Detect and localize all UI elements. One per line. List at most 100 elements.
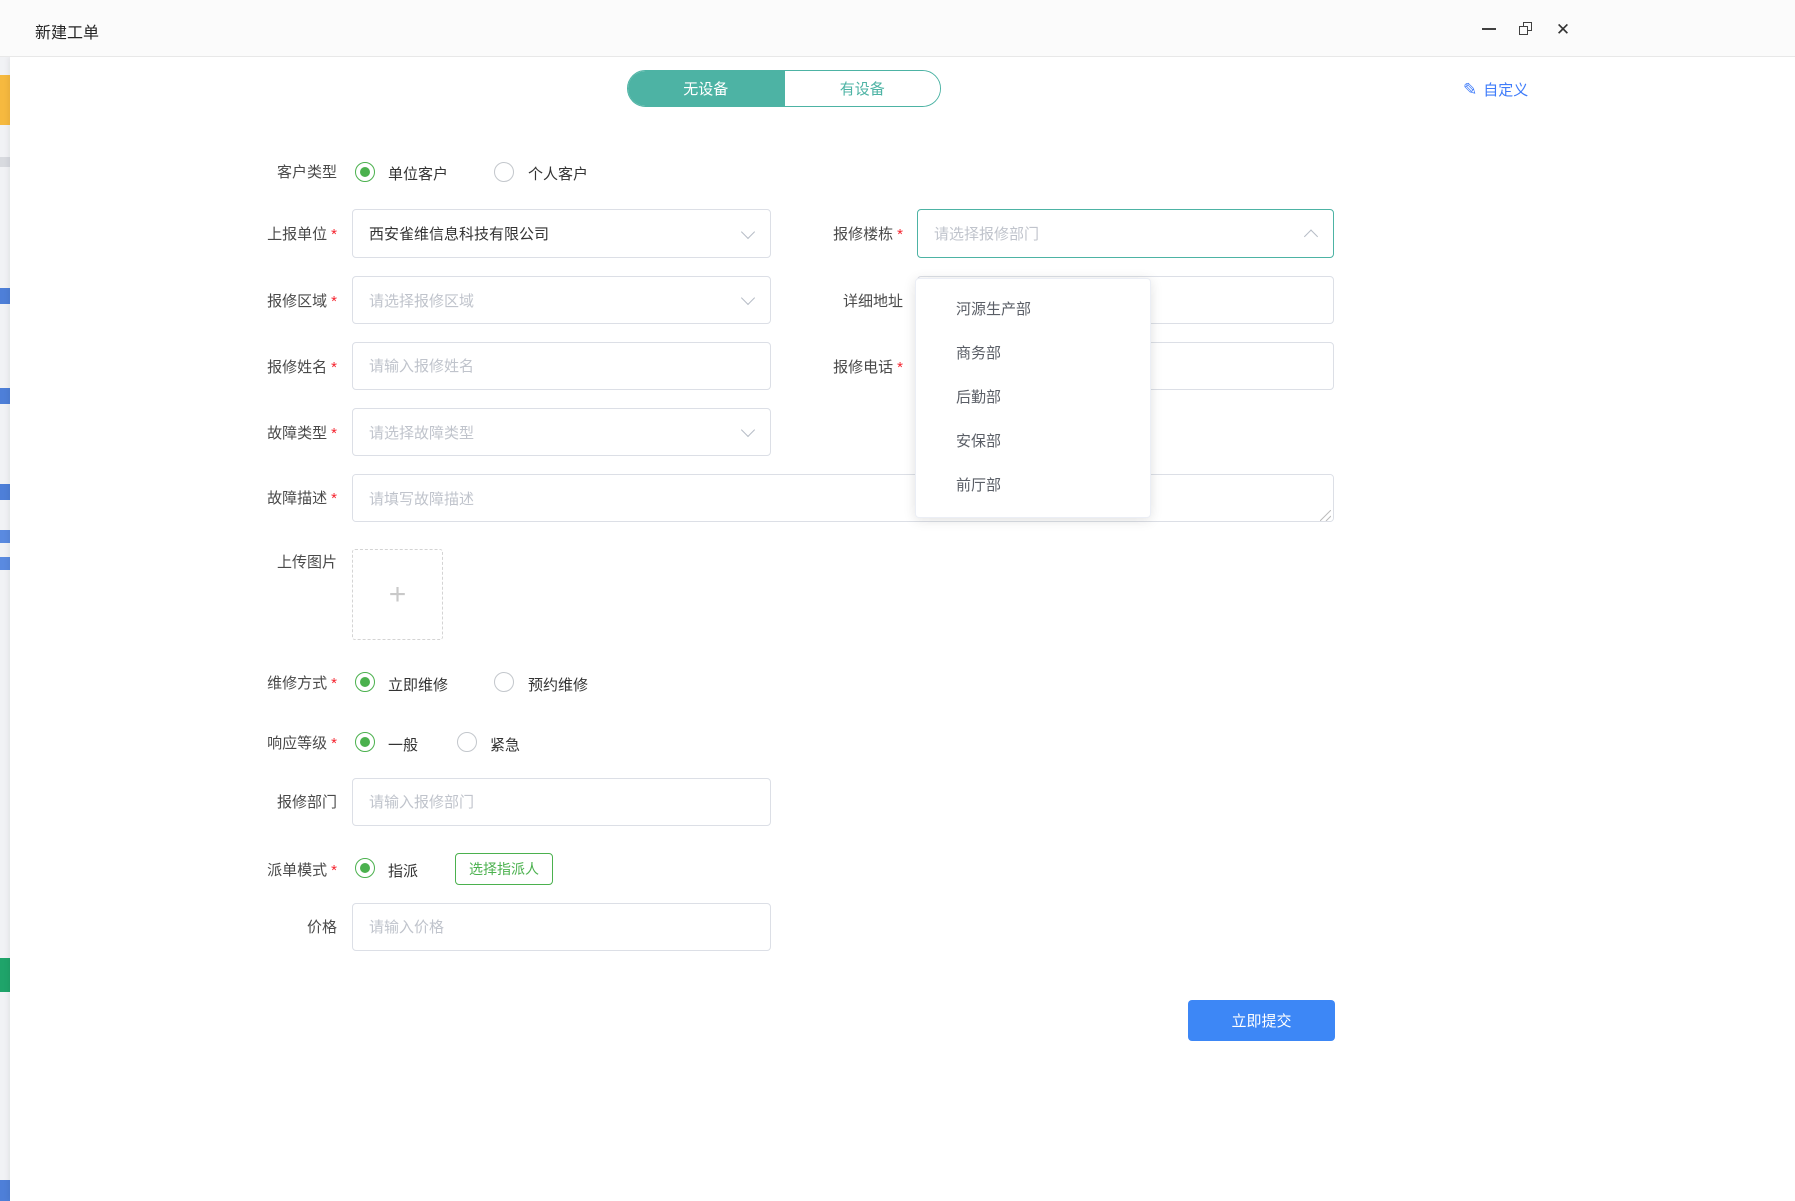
- dropdown-option[interactable]: 前厅部: [916, 464, 1150, 508]
- price-label: 价格: [167, 918, 337, 937]
- restore-button[interactable]: [1511, 14, 1541, 44]
- radio-unit-customer-label[interactable]: 单位客户: [388, 163, 448, 184]
- page-fragment: [0, 557, 10, 570]
- required-asterisk: *: [331, 735, 337, 752]
- price-input[interactable]: [352, 903, 771, 951]
- response-level-label: 响应等级*: [167, 734, 337, 753]
- page-fragment: [0, 75, 10, 125]
- dropdown-option[interactable]: 商务部: [916, 332, 1150, 376]
- label-text: 详细地址: [843, 293, 903, 310]
- radio-assign[interactable]: [355, 858, 375, 878]
- close-button[interactable]: ✕: [1548, 14, 1578, 44]
- address-label: 详细地址: [733, 292, 903, 311]
- titlebar: 新建工单 ✕: [0, 0, 1795, 57]
- radio-immediate-repair[interactable]: [355, 672, 375, 692]
- radio-urgent[interactable]: [457, 732, 477, 752]
- required-asterisk: *: [897, 359, 903, 376]
- repair-phone-label: 报修电话*: [733, 358, 903, 377]
- radio-appointment-repair-label[interactable]: 预约维修: [528, 674, 588, 695]
- page-fragment: [0, 157, 10, 167]
- required-asterisk: *: [331, 675, 337, 692]
- repair-building-label: 报修楼栋*: [733, 225, 903, 244]
- repair-building-select[interactable]: 请选择报修部门: [917, 209, 1334, 258]
- building-dropdown: 河源生产部 商务部 后勤部 安保部 前厅部: [915, 278, 1151, 518]
- label-text: 客户类型: [277, 164, 337, 181]
- page-fragment: [0, 388, 10, 404]
- repair-name-input[interactable]: [352, 342, 771, 390]
- dispatch-mode-label: 派单模式*: [167, 861, 337, 880]
- customize-link[interactable]: ✎ 自定义: [1463, 79, 1528, 100]
- page-fragment: [0, 530, 10, 543]
- report-unit-value: 西安雀维信息科技有限公司: [369, 223, 549, 244]
- label-text: 响应等级: [267, 735, 327, 752]
- fault-type-placeholder: 请选择故障类型: [369, 422, 474, 443]
- repair-name-label: 报修姓名*: [167, 358, 337, 377]
- resize-handle[interactable]: [1320, 508, 1331, 519]
- submit-button[interactable]: 立即提交: [1188, 1000, 1335, 1041]
- dropdown-option[interactable]: 安保部: [916, 420, 1150, 464]
- restore-icon: [1519, 22, 1533, 36]
- label-text: 报修楼栋: [833, 226, 893, 243]
- plus-icon: +: [389, 578, 407, 612]
- repair-building-placeholder: 请选择报修部门: [934, 223, 1039, 244]
- upload-box[interactable]: +: [352, 549, 443, 640]
- radio-normal-label[interactable]: 一般: [388, 734, 418, 755]
- tab-has-device[interactable]: 有设备: [784, 71, 941, 106]
- page-fragment: [0, 288, 10, 304]
- customize-label: 自定义: [1483, 79, 1528, 100]
- upload-label: 上传图片: [167, 553, 337, 572]
- report-unit-select[interactable]: 西安雀维信息科技有限公司: [352, 209, 771, 258]
- label-text: 报修姓名: [267, 359, 327, 376]
- dropdown-option[interactable]: 河源生产部: [916, 288, 1150, 332]
- page-fragment: [0, 484, 10, 500]
- label-text: 报修电话: [833, 359, 893, 376]
- radio-normal[interactable]: [355, 732, 375, 752]
- label-text: 派单模式: [267, 862, 327, 879]
- tab-no-device[interactable]: 无设备: [628, 71, 784, 106]
- required-asterisk: *: [331, 862, 337, 879]
- required-asterisk: *: [331, 490, 337, 507]
- window-title: 新建工单: [35, 19, 99, 43]
- radio-assign-label[interactable]: 指派: [388, 860, 418, 881]
- repair-area-select[interactable]: 请选择报修区域: [352, 276, 771, 324]
- required-asterisk: *: [331, 293, 337, 310]
- chevron-up-icon: [1304, 229, 1318, 243]
- repair-method-label: 维修方式*: [167, 674, 337, 693]
- radio-immediate-repair-label[interactable]: 立即维修: [388, 674, 448, 695]
- radio-appointment-repair[interactable]: [494, 672, 514, 692]
- required-asterisk: *: [331, 425, 337, 442]
- label-text: 价格: [307, 919, 337, 936]
- label-text: 上传图片: [277, 554, 337, 571]
- close-icon: ✕: [1556, 21, 1570, 38]
- fault-desc-textarea[interactable]: [352, 474, 1334, 522]
- label-text: 维修方式: [267, 675, 327, 692]
- required-asterisk: *: [331, 359, 337, 376]
- report-unit-label: 上报单位*: [167, 225, 337, 244]
- edit-icon: ✎: [1463, 81, 1477, 98]
- dropdown-option[interactable]: 后勤部: [916, 376, 1150, 420]
- label-text: 报修部门: [277, 794, 337, 811]
- repair-area-label: 报修区域*: [167, 292, 337, 311]
- repair-area-placeholder: 请选择报修区域: [369, 290, 474, 311]
- customer-type-label: 客户类型: [167, 163, 337, 182]
- new-work-order-window: 新建工单 ✕ 无设备 有设备 ✎ 自定义 客户类型 单位客户 个人客户 上报单位…: [0, 0, 1795, 1201]
- page-fragment: [0, 958, 10, 992]
- minimize-button[interactable]: [1474, 14, 1504, 44]
- required-asterisk: *: [897, 226, 903, 243]
- label-text: 故障描述: [267, 490, 327, 507]
- label-text: 报修区域: [267, 293, 327, 310]
- fault-type-select[interactable]: 请选择故障类型: [352, 408, 771, 456]
- choose-assignee-button[interactable]: 选择指派人: [455, 853, 553, 885]
- repair-dept-input[interactable]: [352, 778, 771, 826]
- repair-dept-label: 报修部门: [167, 793, 337, 812]
- background-page-sliver: [0, 57, 10, 1201]
- radio-personal-customer-label[interactable]: 个人客户: [528, 163, 588, 184]
- fault-type-label: 故障类型*: [167, 424, 337, 443]
- radio-unit-customer[interactable]: [355, 162, 375, 182]
- minimize-icon: [1482, 28, 1496, 30]
- required-asterisk: *: [331, 226, 337, 243]
- device-tabs: 无设备 有设备: [627, 70, 941, 107]
- radio-urgent-label[interactable]: 紧急: [490, 734, 520, 755]
- chevron-down-icon: [741, 423, 755, 437]
- radio-personal-customer[interactable]: [494, 162, 514, 182]
